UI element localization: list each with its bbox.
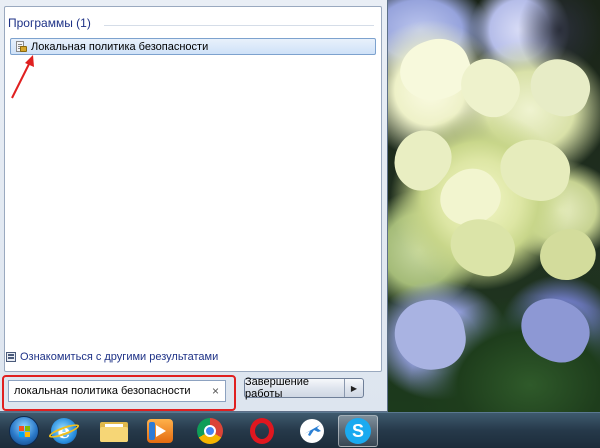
taskbar-internet-explorer[interactable]: e [44,415,84,447]
search-input-value: локальная политика безопасности [14,385,191,397]
shutdown-options-arrow-icon[interactable]: ▶ [345,379,363,397]
taskbar-file-explorer[interactable] [94,415,134,447]
more-results-label: Ознакомиться с другими результатами [20,351,219,363]
section-divider [104,25,374,26]
start-button[interactable] [4,415,44,447]
see-more-results-link[interactable]: Ознакомиться с другими результатами [6,351,218,363]
result-item-local-security-policy[interactable]: Локальная политика безопасности [10,38,376,55]
shutdown-button-label[interactable]: Завершение работы [245,376,345,400]
wallpaper-petal [495,134,575,206]
wallpaper-petal [522,51,598,124]
wallpaper-petal [389,294,471,376]
media-player-icon [147,419,173,443]
security-policy-icon [15,40,27,53]
taskbar-airplane-app[interactable] [292,415,332,447]
windows-orb-icon [9,416,39,446]
search-results-panel [4,6,382,372]
folder-icon [100,420,128,442]
taskbar-media-player[interactable] [140,415,180,447]
taskbar-opera[interactable] [242,415,282,447]
search-input[interactable]: локальная политика безопасности × [8,380,226,402]
skype-icon: S [345,418,371,444]
more-results-icon [6,352,16,362]
wallpaper-petal [532,220,600,290]
shutdown-button: Завершение работы ▶ [244,376,364,400]
taskbar: e S [0,412,600,448]
chrome-icon [197,418,223,444]
start-menu-bottom-bar: локальная политика безопасности × Заверш… [0,372,388,412]
ie-icon: e [47,418,81,444]
start-menu: Программы (1) Локальная политика безопас… [0,0,388,412]
programs-section-title: Программы (1) [8,16,91,30]
taskbar-chrome[interactable] [190,415,230,447]
red-arrow-annotation [11,55,34,99]
result-item-label: Локальная политика безопасности [31,40,209,53]
airplane-icon [298,417,326,445]
opera-icon [250,418,274,444]
wallpaper-petal [510,288,600,372]
clear-search-icon[interactable]: × [212,384,219,398]
taskbar-skype[interactable]: S [338,415,378,447]
